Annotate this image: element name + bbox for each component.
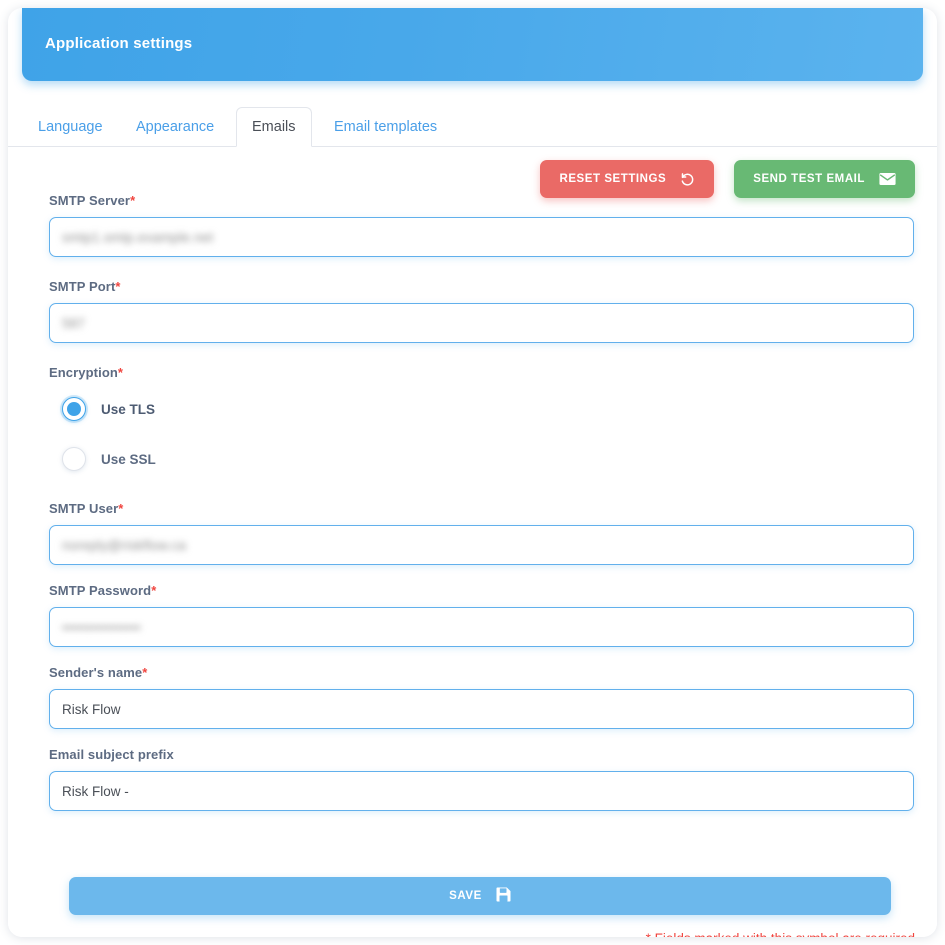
field-smtp-user: SMTP User* noreply@riskflow.ca — [49, 501, 914, 565]
required-fields-note: * Fields marked with this symbol are req… — [646, 931, 915, 937]
settings-tabs: Language Appearance Emails Email templat… — [8, 107, 937, 147]
smtp-user-value: noreply@riskflow.ca — [62, 537, 187, 553]
required-marker: * — [115, 279, 121, 294]
encryption-radio-group: Use TLS Use SSL — [49, 389, 914, 479]
field-sender-name: Sender's name* Risk Flow — [49, 665, 914, 729]
floppy-disk-icon — [496, 887, 511, 905]
settings-card: Application settings Language Appearance… — [8, 8, 937, 937]
smtp-settings-form: SMTP Server* smtp1.smtp.example.net SMTP… — [49, 193, 914, 817]
radio-label-use-tls: Use TLS — [101, 401, 156, 417]
label-smtp-port: SMTP Port* — [49, 279, 914, 294]
required-marker: * — [142, 665, 148, 680]
label-subject-prefix: Email subject prefix — [49, 747, 914, 762]
label-smtp-password: SMTP Password* — [49, 583, 914, 598]
label-smtp-password-text: SMTP Password — [49, 583, 152, 598]
save-button[interactable]: SAVE — [69, 877, 891, 915]
save-button-label: SAVE — [449, 890, 482, 902]
radio-label-use-ssl: Use SSL — [101, 451, 156, 467]
field-smtp-server: SMTP Server* smtp1.smtp.example.net — [49, 193, 914, 257]
smtp-port-value: 587 — [62, 315, 86, 331]
page-title: Application settings — [45, 35, 193, 52]
radio-option-use-tls[interactable]: Use TLS — [49, 389, 914, 429]
label-sender-name: Sender's name* — [49, 665, 914, 680]
radio-option-use-ssl[interactable]: Use SSL — [49, 439, 914, 479]
tab-emails[interactable]: Emails — [236, 107, 312, 147]
label-smtp-user: SMTP User* — [49, 501, 914, 516]
radio-button-tls-icon[interactable] — [62, 397, 86, 421]
required-marker: * — [117, 365, 124, 380]
emails-settings-panel: RESET SETTINGS SEND TEST EMAIL SMTP Serv… — [8, 147, 937, 937]
smtp-server-value: smtp1.smtp.example.net — [62, 229, 214, 245]
smtp-password-value: •••••••••••••••• — [62, 619, 141, 635]
label-smtp-server: SMTP Server* — [49, 193, 914, 208]
required-marker: * — [151, 583, 157, 598]
envelope-icon — [879, 172, 896, 186]
sender-name-value: Risk Flow — [62, 701, 121, 717]
smtp-password-input[interactable]: •••••••••••••••• — [49, 607, 914, 647]
smtp-port-input[interactable]: 587 — [49, 303, 914, 343]
page-header-banner: Application settings — [22, 8, 923, 81]
label-sender-name-text: Sender's name — [49, 665, 143, 680]
label-subject-prefix-text: Email subject prefix — [49, 747, 174, 762]
field-subject-prefix: Email subject prefix Risk Flow - — [49, 747, 914, 811]
field-smtp-password: SMTP Password* •••••••••••••••• — [49, 583, 914, 647]
label-smtp-user-text: SMTP User — [49, 501, 119, 516]
application-settings-screen: Application settings Language Appearance… — [0, 0, 945, 945]
label-smtp-port-text: SMTP Port — [49, 279, 116, 294]
required-marker: * — [130, 193, 136, 208]
smtp-server-input[interactable]: smtp1.smtp.example.net — [49, 217, 914, 257]
field-smtp-port: SMTP Port* 587 — [49, 279, 914, 343]
field-encryption: Encryption* Use TLS Use SSL — [49, 365, 914, 479]
tab-appearance[interactable]: Appearance — [120, 107, 230, 147]
undo-arrow-icon — [680, 172, 695, 187]
label-encryption-text: Encryption — [49, 365, 118, 380]
tab-email-templates[interactable]: Email templates — [318, 107, 453, 147]
reset-settings-label: RESET SETTINGS — [559, 173, 667, 185]
label-encryption: Encryption* — [49, 365, 914, 380]
radio-button-ssl-icon[interactable] — [62, 447, 86, 471]
required-marker: * — [118, 501, 124, 516]
label-smtp-server-text: SMTP Server — [49, 193, 131, 208]
subject-prefix-value: Risk Flow - — [62, 783, 129, 799]
smtp-user-input[interactable]: noreply@riskflow.ca — [49, 525, 914, 565]
subject-prefix-input[interactable]: Risk Flow - — [49, 771, 914, 811]
tab-language[interactable]: Language — [22, 107, 119, 147]
sender-name-input[interactable]: Risk Flow — [49, 689, 914, 729]
send-test-email-label: SEND TEST EMAIL — [753, 173, 865, 185]
